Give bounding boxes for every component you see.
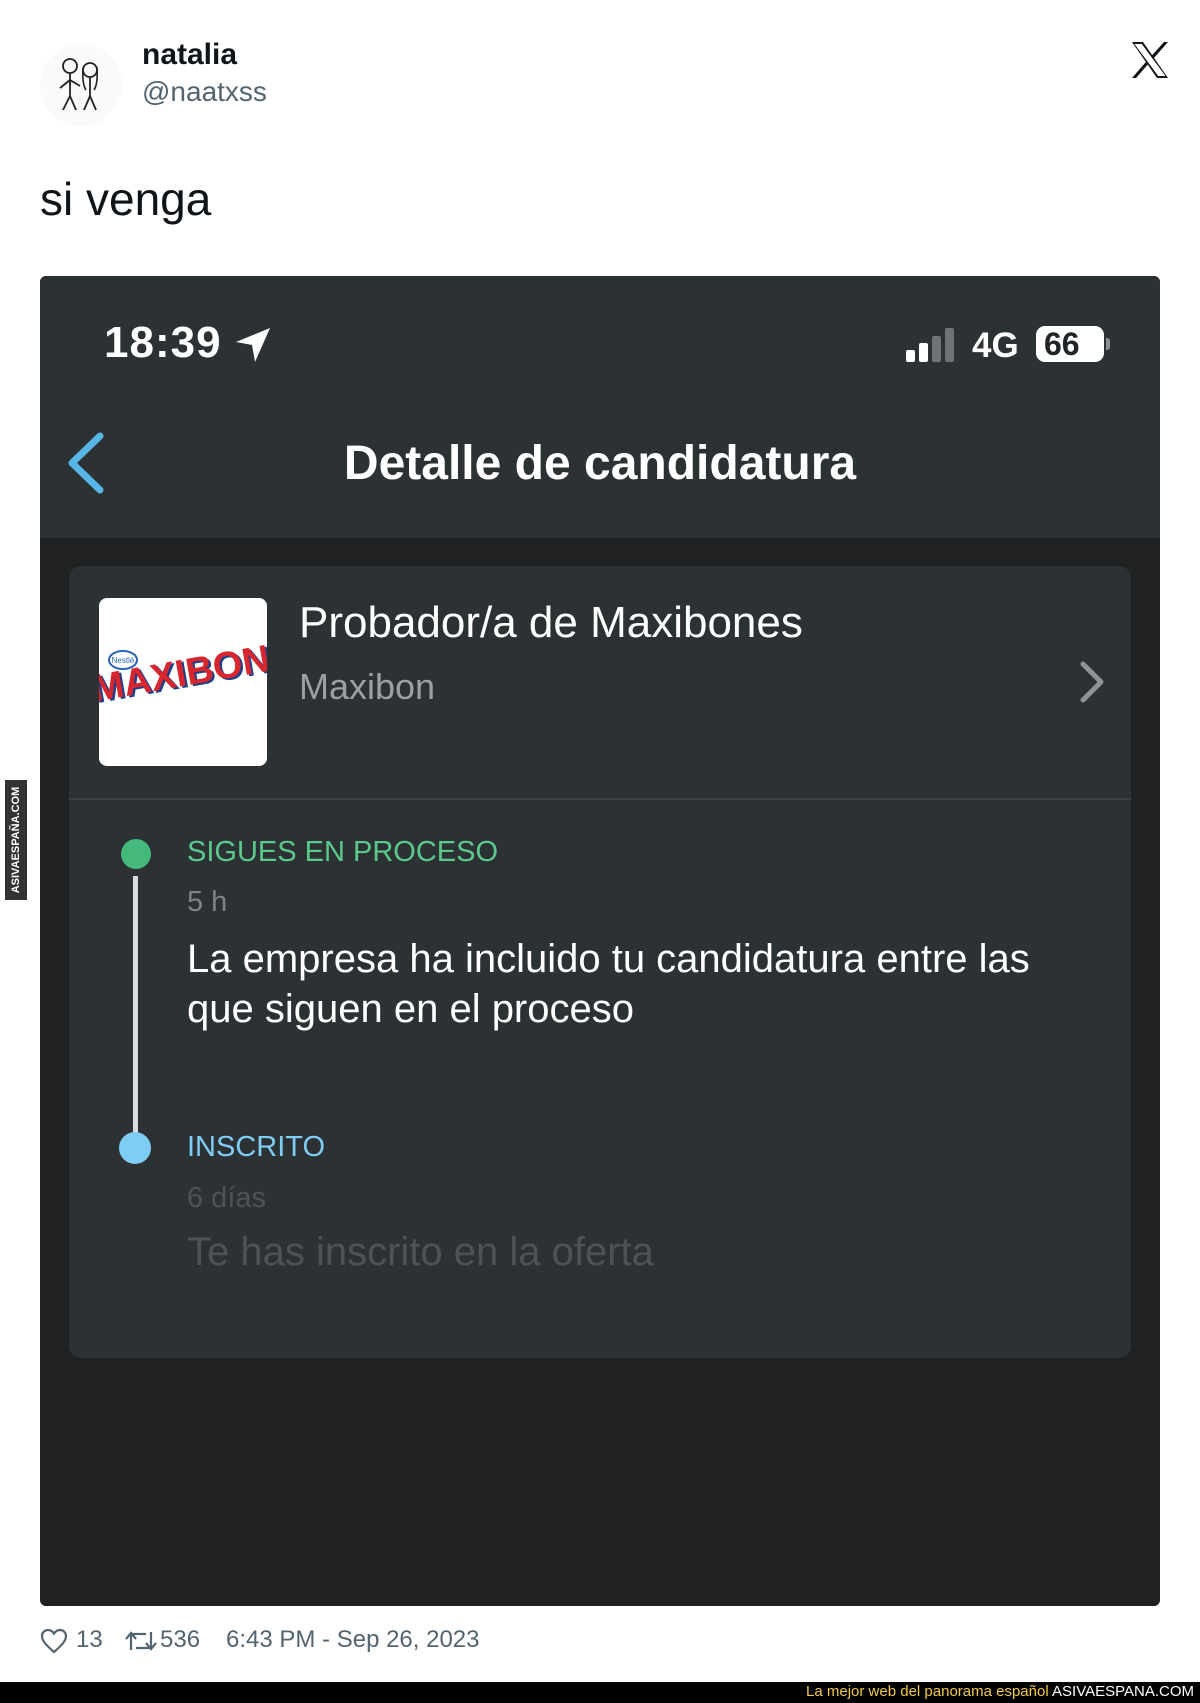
page-title: Detalle de candidatura <box>343 437 857 490</box>
company-logo[interactable]: Nestlé MAXIBON MAXIBON <box>99 598 267 766</box>
user-name[interactable]: natalia <box>142 38 237 72</box>
application-card: Nestlé MAXIBON MAXIBON Probador/a de Max… <box>69 566 1131 1358</box>
x-logo-icon[interactable] <box>1130 40 1170 80</box>
timeline-time: 5 h <box>187 886 228 918</box>
heart-icon[interactable] <box>40 1628 68 1654</box>
network-type: 4G <box>972 326 1019 365</box>
like-count: 13 <box>76 1626 103 1653</box>
retweet-count: 536 <box>160 1626 201 1653</box>
avatar[interactable] <box>40 44 122 126</box>
timeline-description: La empresa ha incluido tu candidatura en… <box>187 937 1030 1031</box>
timeline-dot-registered <box>119 1132 151 1164</box>
side-watermark: ASIVAESPAÑA.COM <box>5 780 27 900</box>
logo-text: MAXIBON <box>99 638 267 711</box>
tweet-header: natalia @naatxss <box>40 38 1170 128</box>
watermark-banner: La mejor web del panorama español ASIVAE… <box>0 1682 1200 1703</box>
tweet-text: si venga <box>40 173 212 225</box>
side-watermark-text: ASIVAESPAÑA.COM <box>10 786 22 894</box>
status-time: 18:39 <box>104 318 222 367</box>
watermark-brand[interactable]: ASIVAESPANA.COM <box>1052 1683 1194 1700</box>
timeline-status: SIGUES EN PROCESO <box>187 836 499 868</box>
maxibon-logo: Nestlé MAXIBON MAXIBON <box>99 638 267 712</box>
status-bar: 18:39 4G 66 <box>40 276 1160 396</box>
timeline-status: INSCRITO <box>187 1131 326 1163</box>
embedded-screenshot: 18:39 4G 66 Detalle de candidatura Nestl… <box>40 276 1160 1606</box>
chevron-right-icon[interactable] <box>1077 660 1107 704</box>
company-name[interactable]: Maxibon <box>299 666 435 708</box>
timeline-connector <box>133 876 138 1138</box>
nav-bar: Detalle de candidatura <box>40 396 1160 538</box>
location-arrow-icon <box>236 328 270 362</box>
tweet-timestamp[interactable]: 6:43 PM - Sep 26, 2023 <box>226 1626 480 1654</box>
battery-tip <box>1106 338 1110 350</box>
divider <box>69 798 1131 800</box>
signal-bars-icon <box>906 328 954 362</box>
watermark-tagline-text: La mejor web del panorama español <box>806 1683 1049 1700</box>
job-title[interactable]: Probador/a de Maxibones <box>299 598 803 648</box>
timeline-time: 6 días <box>187 1182 266 1214</box>
user-handle[interactable]: @naatxss <box>142 76 267 108</box>
timeline-description: Te has inscrito en la oferta <box>187 1230 654 1274</box>
retweet-icon[interactable] <box>124 1628 158 1654</box>
battery-level: 66 <box>1036 326 1104 362</box>
avatar-drawing <box>59 58 98 111</box>
watermark-tagline: La mejor web del panorama español ASIVAE… <box>806 1683 1194 1700</box>
timeline-dot-in-process <box>121 839 151 869</box>
